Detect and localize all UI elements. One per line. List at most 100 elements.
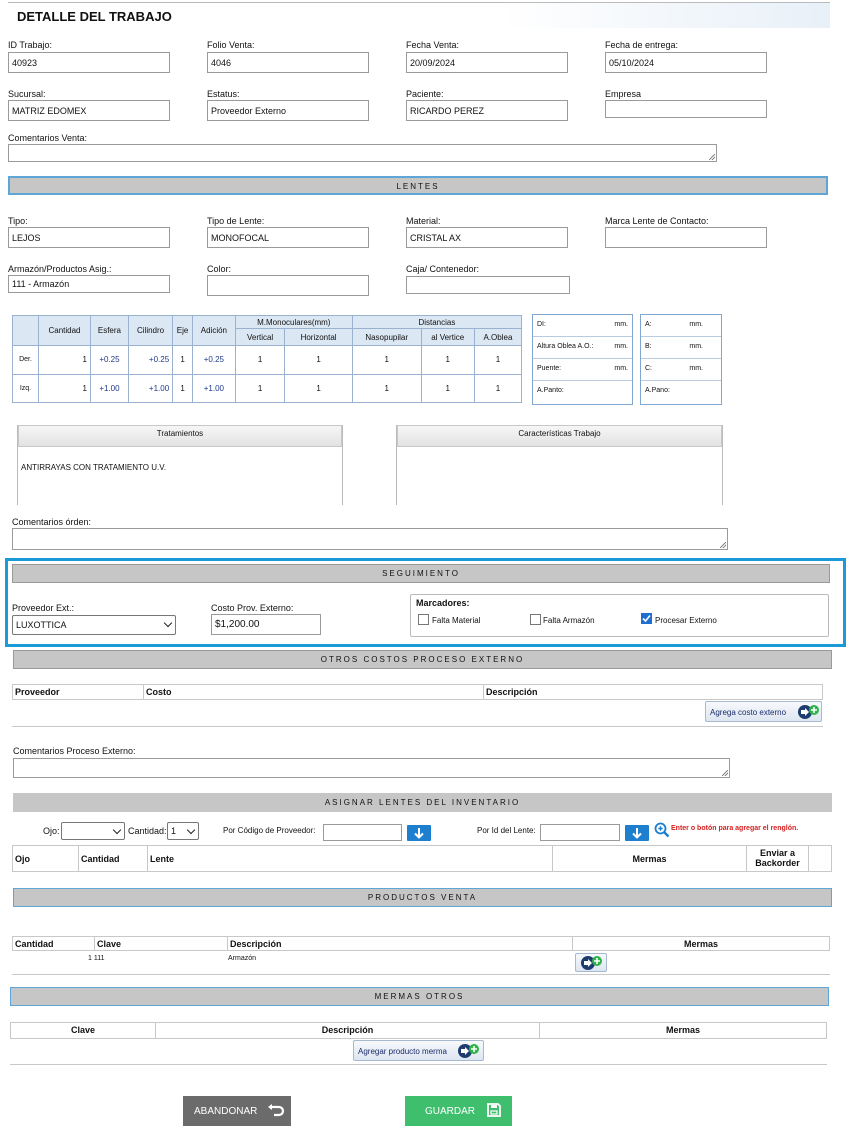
sucursal-label: Sucursal:: [8, 89, 46, 99]
medida-row-c[interactable]: C: mm.: [641, 359, 721, 381]
proveedor-ext-select[interactable]: LUXOTTICA: [12, 615, 176, 635]
comentarios-venta-label: Comentarios Venta:: [8, 133, 88, 143]
medida-label: B:: [645, 343, 652, 350]
medida-row-di[interactable]: DI: mm.: [533, 315, 632, 337]
aoblea-cell[interactable]: 1: [473, 345, 523, 375]
resize-grip-icon[interactable]: [722, 770, 728, 776]
cantidad-select[interactable]: 1: [167, 822, 199, 840]
aoblea-cell[interactable]: 1: [473, 373, 523, 403]
adicion-header: Adición: [191, 315, 236, 346]
agrega-costo-externo-button[interactable]: Agrega costo externo: [705, 701, 822, 722]
nasopupilar-cell[interactable]: 1: [351, 373, 422, 403]
tipo-label: Tipo:: [8, 216, 28, 226]
sucursal-input[interactable]: MATRIZ EDOMEX: [8, 100, 170, 121]
adicion-cell[interactable]: +0.25: [191, 345, 236, 375]
abandonar-button[interactable]: ABANDONAR: [183, 1096, 291, 1126]
caja-input[interactable]: [406, 276, 570, 294]
folio-venta-input[interactable]: 4046: [207, 52, 369, 73]
guardar-button[interactable]: GUARDAR: [405, 1096, 512, 1126]
cantidad-cell[interactable]: 1: [38, 373, 91, 403]
id-trabajo-input[interactable]: 40923: [8, 52, 170, 73]
cilindro-cell[interactable]: +1.00: [127, 373, 174, 403]
otros-costos-body: [12, 700, 823, 727]
monoculares-header: M.Monoculares(mm): [234, 315, 353, 329]
tratamientos-panel: Tratamientos ANTIRRAYAS CON TRATAMIENTO …: [17, 425, 343, 505]
producto-merma-button[interactable]: [575, 953, 607, 972]
cantidad-cell[interactable]: 1: [38, 345, 91, 375]
fecha-entrega-input[interactable]: 05/10/2024: [605, 52, 767, 73]
procesar-externo-label: Procesar Externo: [655, 616, 717, 625]
falta-armazon-label: Falta Armazón: [543, 616, 595, 625]
resize-grip-icon[interactable]: [709, 154, 715, 160]
falta-material-label: Falta Material: [432, 616, 481, 625]
falta-material-checkbox[interactable]: [418, 614, 429, 625]
vertice-cell[interactable]: 1: [420, 373, 475, 403]
id-lente-input[interactable]: [540, 824, 620, 841]
vertice-cell[interactable]: 1: [420, 345, 475, 375]
col-lente: Lente: [148, 846, 553, 871]
tipo-lente-input[interactable]: MONOFOCAL: [207, 227, 369, 248]
costo-prov-input[interactable]: $1,200.00: [211, 614, 321, 635]
marca-contacto-input[interactable]: [605, 227, 767, 248]
graduacion-row-der: Der. 1 +0.25 +0.25 1 +0.25 1 1 1 1 1: [12, 345, 523, 375]
esfera-cell[interactable]: +1.00: [89, 373, 129, 403]
search-plus-icon[interactable]: [654, 822, 670, 838]
comentarios-orden-textarea[interactable]: [12, 528, 728, 550]
abandonar-label: ABANDONAR: [194, 1106, 258, 1117]
otros-costos-header: Proveedor Costo Descripción: [12, 684, 823, 700]
cilindro-cell[interactable]: +0.25: [127, 345, 174, 375]
ojo-header: [12, 315, 39, 346]
medida-row-altura[interactable]: Altura Oblea A.O.: mm.: [533, 337, 632, 359]
eje-cell[interactable]: 1: [172, 373, 193, 403]
fecha-venta-input[interactable]: 20/09/2024: [406, 52, 568, 73]
empresa-input[interactable]: [605, 100, 767, 118]
horizontal-header: Horizontal: [284, 328, 353, 346]
proveedor-ext-value: LUXOTTICA: [16, 620, 67, 630]
paciente-input[interactable]: RICARDO PEREZ: [406, 100, 568, 121]
medida-row-apano[interactable]: A.Pano:: [641, 381, 721, 403]
falta-armazon-checkbox[interactable]: [530, 614, 541, 625]
comentarios-proceso-textarea[interactable]: [13, 758, 730, 778]
eje-cell[interactable]: 1: [172, 345, 193, 375]
comentarios-venta-textarea[interactable]: [8, 144, 717, 162]
esfera-cell[interactable]: +0.25: [89, 345, 129, 375]
agregar-producto-merma-button[interactable]: Agregar producto merma: [353, 1040, 484, 1061]
material-input[interactable]: CRISTAL AX: [406, 227, 568, 248]
col-mermas: Mermas: [665, 1025, 701, 1035]
medida-row-b[interactable]: B: mm.: [641, 337, 721, 359]
col-descripcion: Descripción: [228, 937, 573, 950]
material-label: Material:: [406, 216, 441, 226]
seguimiento-section-bar: SEGUIMIENTO: [12, 564, 830, 583]
procesar-externo-checkbox[interactable]: [641, 613, 652, 624]
horizontal-cell[interactable]: 1: [284, 345, 353, 375]
armazon-input[interactable]: 111 - Armazón: [8, 275, 170, 293]
medida-row-puente[interactable]: Puente: mm.: [533, 359, 632, 381]
medida-row-a[interactable]: A: mm.: [641, 315, 721, 337]
distancias-header: Distancias: [351, 315, 523, 329]
id-lente-add-button[interactable]: [625, 825, 649, 841]
eje-header: Eje: [172, 315, 193, 346]
agregar-producto-merma-label: Agregar producto merma: [358, 1047, 447, 1056]
medida-unit: mm.: [614, 321, 628, 328]
col-clave: Clave: [11, 1023, 156, 1038]
horizontal-cell[interactable]: 1: [284, 373, 353, 403]
resize-grip-icon[interactable]: [720, 542, 726, 548]
vertical-cell[interactable]: 1: [234, 373, 286, 403]
marcadores-label: Marcadores:: [416, 598, 470, 608]
medida-label: C:: [645, 365, 652, 372]
ojo-select[interactable]: [61, 822, 125, 840]
estatus-input[interactable]: Proveedor Externo: [207, 100, 369, 121]
id-trabajo-label: ID Trabajo:: [8, 40, 53, 50]
codigo-add-button[interactable]: [407, 825, 431, 841]
add-icon: [458, 1044, 479, 1058]
tipo-lente-label: Tipo de Lente:: [207, 216, 265, 226]
tipo-input[interactable]: LEJOS: [8, 227, 170, 248]
codigo-proveedor-input[interactable]: [323, 824, 402, 841]
vertical-cell[interactable]: 1: [234, 345, 286, 375]
nasopupilar-cell[interactable]: 1: [351, 345, 422, 375]
color-input[interactable]: [207, 275, 369, 296]
add-icon: [798, 705, 819, 719]
adicion-cell[interactable]: +1.00: [191, 373, 236, 403]
asignar-hint: Enter o botón para agregar el renglón.: [671, 825, 799, 832]
medida-row-apanto[interactable]: A.Panto:: [533, 381, 632, 403]
